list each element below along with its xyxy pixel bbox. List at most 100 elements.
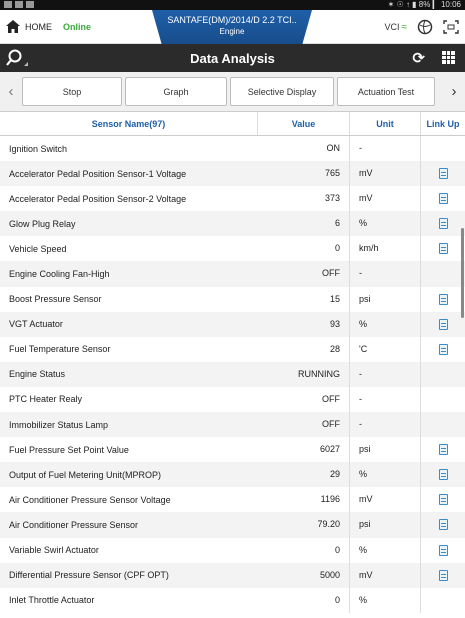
table-row[interactable]: Glow Plug Relay 6% [0,211,465,237]
sensor-name: VGT Actuator [9,319,63,330]
sensor-name-header[interactable]: Sensor Name(97) [0,112,258,135]
refresh-icon[interactable]: ⟳ [412,49,425,67]
sensor-value: 0 [258,587,350,613]
sensor-unit: - [350,361,421,387]
link-up-cell [421,512,465,537]
sensor-value: RUNNING [258,361,350,387]
status-bar: ✶ ☉ ↑ ▮ 8% ▎ 10:06 [0,0,465,10]
sensor-unit: 'C [350,336,421,362]
sensor-unit: - [350,412,421,438]
home-icon [6,20,20,33]
sensor-name: Ignition Switch [9,143,68,154]
vehicle-name: SANTAFE(DM)/2014/D 2.2 TCI.. [167,15,297,25]
table-row[interactable]: Air Conditioner Pressure Sensor 79.20 psi [0,512,465,538]
screen-capture-icon[interactable] [443,20,459,34]
link-up-cell [421,261,465,286]
table-row[interactable]: Ignition Switch ON - [0,136,465,162]
table-row[interactable]: Fuel Pressure Set Point Value 6027 psi [0,437,465,463]
sensor-name: Differential Pressure Sensor (CPF OPT) [9,570,169,581]
table-row[interactable]: VGT Actuator 93% [0,311,465,337]
sensor-value: 93 [258,311,350,337]
sensor-value: 28 [258,336,350,362]
table-row[interactable]: Engine Status RUNNING - [0,361,465,387]
sensor-name: Fuel Pressure Set Point Value [9,444,129,455]
link-up-cell [421,588,465,613]
scrollbar[interactable] [461,228,464,318]
link-up-cell [421,186,465,211]
sensor-unit: mV [350,562,421,588]
sensor-name: Engine Cooling Fan-High [9,269,110,280]
document-link-icon[interactable] [438,243,448,255]
document-link-icon[interactable] [438,494,448,506]
sensor-name: Boost Pressure Sensor [9,294,102,305]
actuation-test-button[interactable]: Actuation Test [337,77,435,106]
system-name: Engine [219,27,245,36]
document-link-icon[interactable] [438,168,448,180]
document-link-icon[interactable] [438,193,448,205]
table-header: Sensor Name(97) Value Unit Link Up [0,112,465,136]
table-row[interactable]: Differential Pressure Sensor (CPF OPT) 50… [0,562,465,588]
sensor-value: 29 [258,462,350,488]
sensor-name: Fuel Temperature Sensor [9,344,111,355]
stop-button[interactable]: Stop [22,77,122,106]
sensor-value: 6 [258,211,350,237]
sensor-value: 0 [258,236,350,262]
link-up-cell [421,312,465,337]
document-link-icon[interactable] [438,569,448,581]
value-header: Value [258,112,350,135]
sensor-unit: - [350,136,421,162]
sensor-name: Variable Swirl Actuator [9,545,99,556]
vci-status[interactable]: VCI ≈ [384,22,407,33]
table-row[interactable]: Output of Fuel Metering Unit(MPROP) 29% [0,462,465,488]
sensor-value: OFF [258,261,350,287]
table-row[interactable]: PTC Heater Realy OFF - [0,386,465,413]
link-up-cell [421,236,465,261]
table-row[interactable]: Accelerator Pedal Position Sensor-2 Volt… [0,186,465,212]
document-link-icon[interactable] [438,293,448,305]
document-link-icon[interactable] [438,318,448,330]
vehicle-info-tab[interactable]: SANTAFE(DM)/2014/D 2.2 TCI.. Engine [152,10,312,44]
table-row[interactable]: Vehicle Speed 0 km/h [0,236,465,262]
toolbar: ‹ Stop Graph Selective Display Actuation… [0,72,465,112]
sensor-unit: mV [350,161,421,187]
table-row[interactable]: Boost Pressure Sensor 15 psi [0,286,465,312]
table-row[interactable]: Immobilizer Status Lamp OFF - [0,412,465,438]
wifi-icon: ≈ [401,21,408,33]
sensor-value: 765 [258,161,350,187]
document-link-icon[interactable] [438,519,448,531]
sensor-name: Vehicle Speed [9,243,67,254]
table-row[interactable]: Accelerator Pedal Position Sensor-1 Volt… [0,161,465,187]
globe-settings-icon[interactable] [417,19,433,35]
link-up-cell [421,437,465,462]
grid-menu-icon[interactable] [442,51,455,64]
home-button[interactable]: HOME Online [0,20,91,33]
sensor-unit: % [350,587,421,613]
selective-display-button[interactable]: Selective Display [230,77,334,106]
link-up-cell [421,538,465,563]
link-up-cell [421,412,465,437]
sensor-value: ON [258,136,350,162]
sensor-table: Ignition Switch ON - Accelerator Pedal Posi… [0,136,465,613]
table-row[interactable]: Variable Swirl Actuator 0% [0,537,465,563]
search-icon[interactable] [6,48,30,68]
document-link-icon[interactable] [438,343,448,355]
sensor-value: 373 [258,186,350,212]
document-link-icon[interactable] [438,469,448,481]
sensor-unit: % [350,211,421,237]
graph-button[interactable]: Graph [125,77,227,106]
unit-header: Unit [350,112,421,135]
document-link-icon[interactable] [438,544,448,556]
document-link-icon[interactable] [438,218,448,230]
table-row[interactable]: Engine Cooling Fan-High OFF - [0,261,465,287]
chevron-right-icon[interactable]: › [443,83,465,100]
table-row[interactable]: Air Conditioner Pressure Sensor Voltage 1… [0,487,465,513]
link-up-cell [421,362,465,387]
sensor-name: Air Conditioner Pressure Sensor Voltage [9,494,171,505]
sensor-value: 6027 [258,437,350,463]
chevron-left-icon[interactable]: ‹ [0,83,22,100]
table-row[interactable]: Fuel Temperature Sensor 28 'C [0,336,465,362]
table-row[interactable]: Inlet Throttle Actuator 0% [0,587,465,613]
sensor-unit: psi [350,512,421,538]
document-link-icon[interactable] [438,444,448,456]
sensor-unit: % [350,537,421,563]
